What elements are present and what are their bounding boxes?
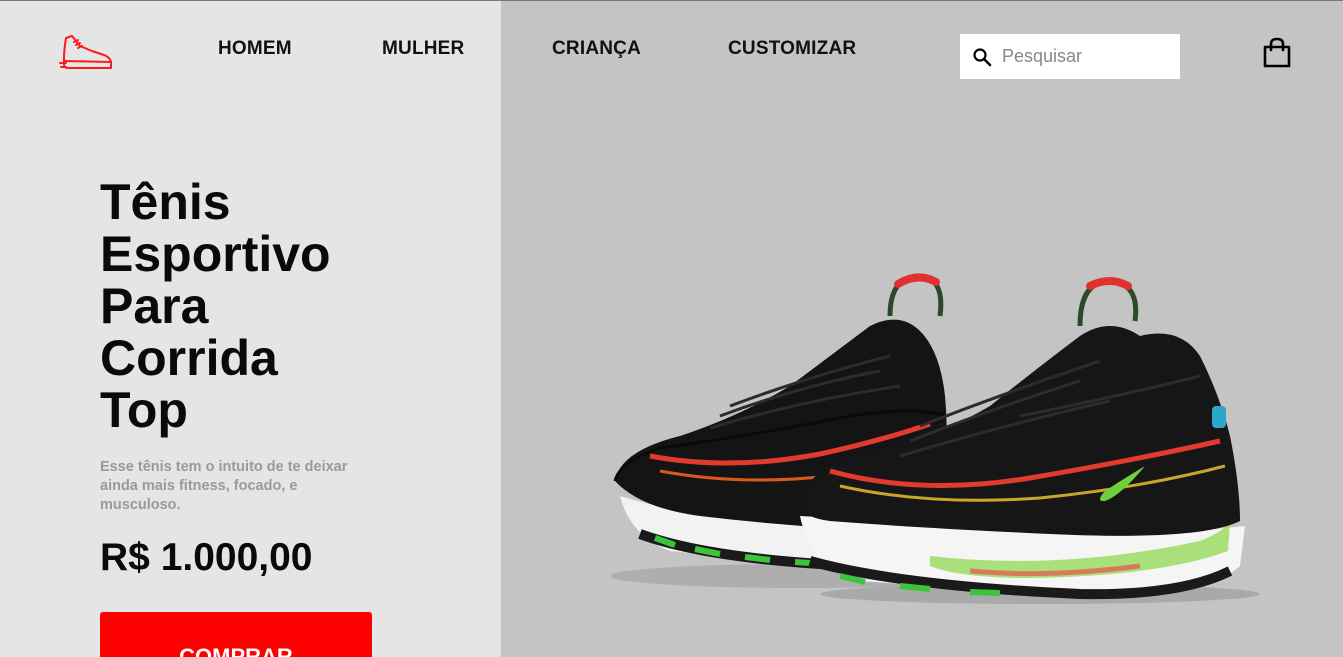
product-description: Esse tênis tem o intuito de te deixar ai… <box>100 459 348 513</box>
product-title-line: Para <box>100 278 209 334</box>
shopping-bag-icon[interactable] <box>1262 37 1292 69</box>
search-input[interactable] <box>1002 46 1172 67</box>
product-title-line: Tênis <box>100 174 231 230</box>
search-box[interactable] <box>960 34 1180 79</box>
product-image-sneakers <box>610 273 1260 604</box>
running-shoe-icon[interactable] <box>58 33 114 73</box>
buy-button[interactable]: COMPRAR <box>100 612 372 657</box>
nav-link-customizar[interactable]: CUSTOMIZAR <box>728 38 856 60</box>
product-title-line: Corrida <box>100 330 278 386</box>
product-price: R$ 1.000,00 <box>100 536 313 579</box>
nav-link-crianca[interactable]: CRIANÇA <box>552 38 641 60</box>
nav-link-mulher[interactable]: MULHER <box>382 38 464 60</box>
product-title-line: Esportivo <box>100 226 331 282</box>
nav-link-homem[interactable]: HOMEM <box>218 38 292 60</box>
product-title-line: Top <box>100 382 188 438</box>
search-icon <box>973 47 992 66</box>
product-title: Tênis Esportivo Para Corrida Top <box>100 176 331 436</box>
